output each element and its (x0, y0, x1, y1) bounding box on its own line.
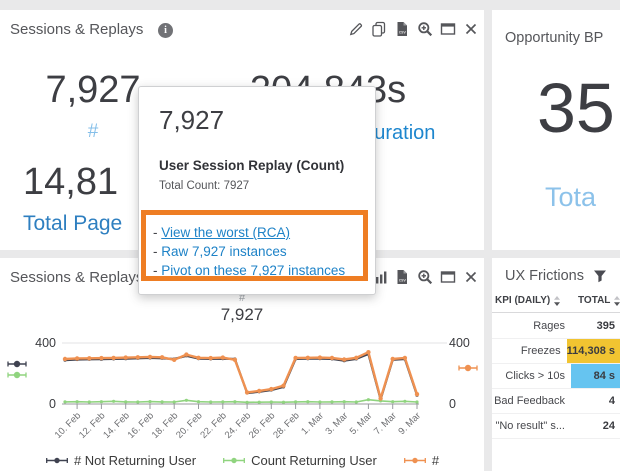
table-row-bad-feedback[interactable]: Bad Feedback 4 (492, 389, 620, 414)
tooltip-subtitle: Total Count: 7927 (159, 180, 375, 192)
table-row-rages[interactable]: Rages 395 (492, 314, 620, 339)
legend-item-not-returning[interactable]: # Not Returning User (45, 453, 196, 468)
kpi-value: 395 (571, 314, 620, 338)
kpi-value: 114,308 s (567, 339, 620, 363)
svg-text:7. Mar: 7. Mar (372, 410, 399, 437)
column-label: TOTAL (578, 295, 610, 306)
kpi-label: Freezes (492, 339, 567, 363)
table-row-freezes[interactable]: Freezes 114,308 s (492, 339, 620, 364)
svg-text:24. Feb: 24. Feb (223, 410, 254, 441)
panel-toolbar: csv (348, 21, 479, 37)
kpi-value: 84 s (571, 364, 620, 388)
edit-icon[interactable] (348, 21, 364, 37)
line-marker-icon (403, 456, 427, 465)
dashboard: Sessions & Replays i csv 7,927 # 204,843… (0, 0, 620, 471)
table-header: KPI (DAILY) TOTAL (492, 294, 620, 313)
table-row-no-result[interactable]: "No result" s... 24 (492, 414, 620, 439)
stat-value[interactable]: 35 (537, 70, 615, 146)
svg-text:csv: csv (399, 278, 407, 283)
line-marker-icon (45, 456, 69, 465)
tooltip-title: User Session Replay (Count) (159, 158, 375, 173)
kpi-value: 4 (571, 389, 620, 413)
svg-text:9. Mar: 9. Mar (396, 410, 423, 437)
svg-text:400: 400 (449, 336, 470, 350)
svg-text:16. Feb: 16. Feb (126, 410, 157, 441)
close-icon[interactable] (463, 269, 479, 285)
info-icon[interactable]: i (158, 23, 173, 38)
export-csv-icon[interactable]: csv (394, 269, 410, 285)
legend-item-returning[interactable]: Count Returning User (222, 453, 377, 468)
kpi-table: Rages 395 Freezes 114,308 s Clicks > 10s… (492, 314, 620, 439)
window-icon[interactable] (440, 21, 456, 37)
panel-ux-frictions: UX Frictions KPI (DAILY) TOTAL Rages 395… (492, 258, 620, 471)
sort-icon[interactable] (553, 296, 561, 306)
sort-icon[interactable] (613, 296, 620, 306)
column-label: KPI (DAILY) (495, 295, 550, 306)
legend-label: # (432, 453, 439, 468)
panel-title: UX Frictions (505, 268, 584, 284)
svg-text:26. Feb: 26. Feb (247, 410, 278, 441)
kpi-label: Clicks > 10s (492, 364, 571, 388)
svg-text:3. Mar: 3. Mar (323, 410, 350, 437)
metric-tooltip: 7,927 User Session Replay (Count) Total … (138, 86, 376, 295)
svg-text:csv: csv (399, 30, 407, 35)
view-worst-rca-link[interactable]: View the worst (RCA) (161, 225, 290, 240)
panel-opportunity-bp: Opportunity BP 35 Tota (492, 10, 620, 250)
zoom-in-icon[interactable] (417, 269, 433, 285)
svg-text:14. Feb: 14. Feb (101, 410, 132, 441)
svg-text:22. Feb: 22. Feb (198, 410, 229, 441)
copy-icon[interactable] (371, 21, 387, 37)
kpi-label: Bad Feedback (492, 389, 571, 413)
svg-text:12. Feb: 12. Feb (77, 410, 108, 441)
dash: - (153, 244, 161, 259)
svg-text:18. Feb: 18. Feb (150, 410, 181, 441)
stat-value[interactable]: 14,81 (23, 160, 122, 204)
svg-text:400: 400 (35, 336, 56, 350)
stat-pages[interactable]: 14,81 Total Page (23, 160, 122, 236)
panel-title: Sessions & Replays (10, 21, 143, 38)
stat-label[interactable]: Tota (545, 182, 596, 213)
panel-title: Opportunity BP (505, 30, 603, 46)
dash: - (153, 225, 161, 240)
svg-text:28. Feb: 28. Feb (271, 410, 302, 441)
kpi-value: 24 (571, 414, 620, 438)
kpi-label: "No result" s... (492, 414, 571, 438)
legend-label: Count Returning User (251, 453, 377, 468)
column-kpi-daily[interactable]: KPI (DAILY) (495, 295, 561, 306)
svg-text:10. Feb: 10. Feb (53, 410, 84, 441)
chart-legend: # Not Returning User Count Returning Use… (0, 453, 484, 468)
table-row-clicks[interactable]: Clicks > 10s 84 s (492, 364, 620, 389)
stat-label[interactable]: Total Page (23, 212, 122, 236)
window-icon[interactable] (440, 269, 456, 285)
legend-label: # Not Returning User (74, 453, 196, 468)
svg-text:5. Mar: 5. Mar (348, 410, 375, 437)
panel-toolbar: csv (371, 269, 479, 285)
tooltip-links: - View the worst (RCA) - Raw 7,927 insta… (153, 223, 345, 280)
line-marker-icon (222, 456, 246, 465)
raw-instances-link[interactable]: Raw 7,927 instances (161, 244, 286, 259)
svg-text:20. Feb: 20. Feb (174, 410, 205, 441)
pivot-instances-link[interactable]: Pivot on these 7,927 instances (161, 263, 345, 278)
tooltip-value: 7,927 (159, 105, 375, 136)
svg-text:0: 0 (449, 397, 456, 411)
zoom-in-icon[interactable] (417, 21, 433, 37)
kpi-label: Rages (492, 314, 571, 338)
export-csv-icon[interactable]: csv (394, 21, 410, 37)
legend-item-count[interactable]: # (403, 453, 439, 468)
svg-text:0: 0 (49, 397, 56, 411)
funnel-icon[interactable] (593, 269, 607, 283)
svg-text:1. Mar: 1. Mar (299, 410, 326, 437)
column-total[interactable]: TOTAL (578, 295, 620, 306)
dash: - (153, 263, 161, 278)
close-icon[interactable] (463, 21, 479, 37)
